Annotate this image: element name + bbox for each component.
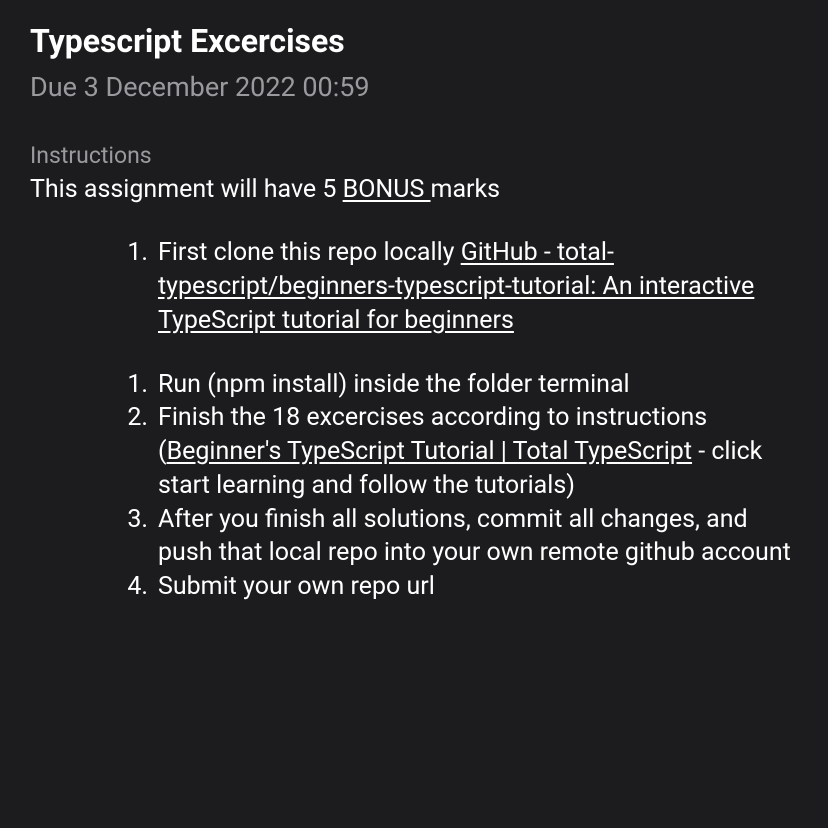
list-text: First clone this repo locally — [158, 238, 461, 267]
list-item: 1. First clone this repo locally GitHub … — [120, 236, 798, 337]
list-number: 2. — [120, 401, 148, 502]
list-item: 1. Run (npm install) inside the folder t… — [120, 368, 798, 402]
list-content: Finish the 18 excercises according to in… — [158, 401, 798, 502]
instructions-label: Instructions — [30, 140, 798, 171]
instruction-list-1: 1. First clone this repo locally GitHub … — [30, 236, 798, 337]
list-number: 1. — [120, 368, 148, 402]
list-content: First clone this repo locally GitHub - t… — [158, 236, 798, 337]
list-number: 3. — [120, 503, 148, 571]
due-date: Due 3 December 2022 00:59 — [30, 69, 798, 105]
instructions-text: This assignment will have 5 BONUS marks — [30, 173, 798, 207]
instructions-text-part2: marks — [431, 175, 501, 204]
list-number: 4. — [120, 570, 148, 604]
list-content: Submit your own repo url — [158, 570, 798, 604]
list-item: 4. Submit your own repo url — [120, 570, 798, 604]
list-item: 3. After you finish all solutions, commi… — [120, 503, 798, 571]
instructions-bonus: BONUS — [343, 175, 431, 204]
list-content: Run (npm install) inside the folder term… — [158, 368, 798, 402]
typescript-tutorial-link[interactable]: Beginner's TypeScript Tutorial | Total T… — [167, 437, 692, 466]
assignment-title: Typescript Excercises — [30, 20, 798, 63]
instruction-list-2: 1. Run (npm install) inside the folder t… — [30, 368, 798, 604]
list-number: 1. — [120, 236, 148, 337]
instructions-text-part1: This assignment will have 5 — [30, 175, 343, 204]
list-content: After you finish all solutions, commit a… — [158, 503, 798, 571]
list-item: 2. Finish the 18 excercises according to… — [120, 401, 798, 502]
